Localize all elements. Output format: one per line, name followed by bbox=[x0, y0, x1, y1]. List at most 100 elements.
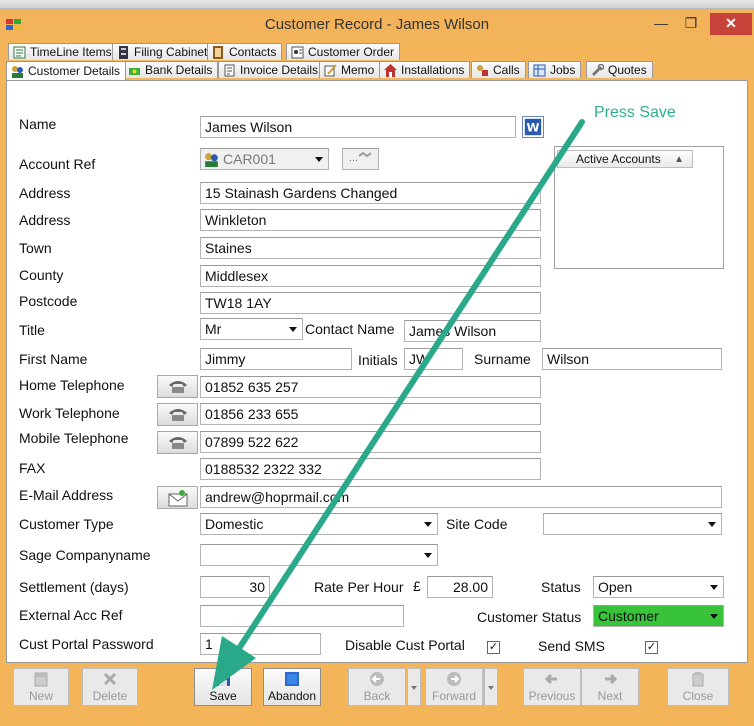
save-icon bbox=[216, 672, 230, 686]
address1-field[interactable]: 15 Stainash Gardens Changed bbox=[200, 182, 541, 204]
dial-work-button[interactable] bbox=[157, 403, 198, 426]
postcode-field[interactable]: TW18 1AY bbox=[200, 292, 541, 314]
minimize-button[interactable]: — bbox=[648, 13, 674, 35]
sort-ascending-icon: ▲ bbox=[674, 154, 684, 165]
mobile-telephone-field[interactable]: 07899 522 622 bbox=[200, 431, 541, 453]
site-code-select[interactable] bbox=[543, 513, 722, 535]
customer-type-select[interactable]: Domestic bbox=[200, 513, 438, 535]
currency-symbol: £ bbox=[413, 578, 421, 594]
tab-label: Installations bbox=[401, 63, 465, 77]
window-close-button[interactable]: ✕ bbox=[710, 13, 752, 35]
handshake-icon bbox=[358, 151, 372, 158]
work-telephone-field[interactable]: 01856 233 655 bbox=[200, 403, 541, 425]
external-acc-ref-field[interactable] bbox=[200, 605, 404, 627]
send-sms-label: Send SMS bbox=[538, 638, 605, 654]
home-telephone-field[interactable]: 01852 635 257 bbox=[200, 376, 541, 398]
jobs-icon bbox=[533, 64, 546, 76]
dial-home-button[interactable] bbox=[157, 375, 198, 398]
forward-dropdown[interactable] bbox=[484, 668, 498, 706]
previous-label: Previous bbox=[528, 689, 576, 703]
settlement-label: Settlement (days) bbox=[19, 579, 129, 595]
tab-label: TimeLine Items bbox=[30, 45, 112, 59]
account-lookup-button[interactable]: ... bbox=[342, 148, 379, 170]
contacts-icon bbox=[213, 45, 223, 59]
address1-label: Address bbox=[19, 185, 71, 201]
fax-label: FAX bbox=[19, 460, 46, 476]
telephone-icon bbox=[168, 381, 187, 393]
memo-icon bbox=[324, 63, 337, 76]
telephone-icon bbox=[168, 437, 187, 449]
back-button[interactable]: Back bbox=[348, 668, 406, 706]
rate-per-hour-field[interactable]: 28.00 bbox=[427, 576, 493, 598]
invoice-details-icon bbox=[224, 64, 235, 76]
email-field[interactable]: andrew@hoprmail.com bbox=[200, 486, 722, 508]
town-field[interactable]: Staines bbox=[200, 237, 541, 259]
tab-label: Quotes bbox=[608, 63, 647, 77]
disable-cust-portal-checkbox[interactable]: ✓ bbox=[487, 641, 500, 654]
abandon-button[interactable]: Abandon bbox=[263, 668, 321, 706]
tab-contacts[interactable]: Contacts bbox=[207, 43, 283, 60]
tab-customer-order[interactable]: Customer Order bbox=[286, 43, 401, 60]
tab-filing-cabinet[interactable]: Filing Cabinet bbox=[112, 43, 214, 60]
status-select[interactable]: Open bbox=[593, 576, 724, 598]
surname-field[interactable]: Wilson bbox=[542, 348, 722, 370]
tab-label: Calls bbox=[493, 63, 520, 77]
send-sms-checkbox[interactable]: ✓ bbox=[645, 641, 658, 654]
tab-calls[interactable]: Calls bbox=[471, 61, 526, 78]
send-email-button[interactable] bbox=[157, 486, 198, 509]
county-field[interactable]: Middlesex bbox=[200, 265, 541, 287]
back-dropdown[interactable] bbox=[407, 668, 421, 706]
word-document-icon[interactable]: W bbox=[522, 116, 544, 138]
settlement-field[interactable]: 30 bbox=[200, 576, 270, 598]
tab-invoice-details[interactable]: Invoice Details bbox=[218, 61, 325, 78]
customer-order-icon bbox=[291, 46, 304, 58]
email-envelope-icon bbox=[168, 489, 187, 506]
delete-button[interactable]: Delete bbox=[82, 668, 138, 706]
new-label: New bbox=[28, 689, 53, 703]
first-name-label: First Name bbox=[19, 351, 88, 367]
tab-jobs[interactable]: Jobs bbox=[528, 61, 582, 78]
previous-button[interactable]: Previous bbox=[523, 668, 581, 706]
calls-icon bbox=[477, 64, 488, 76]
active-accounts-header[interactable]: Active Accounts ▲ bbox=[557, 150, 693, 168]
background-taskbar-strip bbox=[0, 0, 754, 9]
portal-password-field[interactable]: 1 bbox=[200, 633, 321, 655]
forward-button[interactable]: Forward bbox=[425, 668, 483, 706]
annotation-text: Press Save bbox=[594, 104, 676, 121]
fax-field[interactable]: 0188532 2322 332 bbox=[200, 458, 541, 480]
customer-status-select[interactable]: Customer bbox=[593, 605, 724, 627]
external-acc-ref-label: External Acc Ref bbox=[19, 607, 123, 623]
forward-label: Forward bbox=[431, 689, 476, 703]
close-button[interactable]: Close bbox=[667, 668, 729, 706]
tab-label: Bank Details bbox=[145, 63, 213, 77]
address2-field[interactable]: Winkleton bbox=[200, 209, 541, 231]
tab-bank-details[interactable]: Bank Details bbox=[123, 61, 219, 78]
customer-type-label: Customer Type bbox=[19, 516, 114, 532]
sage-companyname-select[interactable] bbox=[200, 544, 438, 566]
first-name-field[interactable]: Jimmy bbox=[200, 348, 352, 370]
tab-label: Jobs bbox=[550, 63, 576, 77]
new-button[interactable]: New bbox=[13, 668, 69, 706]
title-bar: Customer Record - James Wilson — ❐ ✕ bbox=[0, 9, 754, 41]
save-button[interactable]: Save bbox=[194, 668, 252, 706]
postcode-label: Postcode bbox=[19, 293, 78, 309]
name-label: Name bbox=[19, 116, 57, 132]
dial-mobile-button[interactable] bbox=[157, 431, 198, 454]
delete-label: Delete bbox=[92, 689, 128, 703]
maximize-button[interactable]: ❐ bbox=[678, 13, 704, 35]
active-accounts-list[interactable]: Active Accounts ▲ bbox=[554, 146, 724, 269]
title-select[interactable]: Mr bbox=[200, 318, 303, 340]
tab-customer-details[interactable]: Customer Details bbox=[6, 61, 127, 80]
name-field[interactable]: James Wilson bbox=[200, 116, 516, 138]
site-code-label: Site Code bbox=[446, 516, 508, 532]
account-ref-select[interactable]: CAR001 bbox=[200, 148, 329, 170]
tab-timeline-items[interactable]: TimeLine Items bbox=[8, 43, 118, 60]
initials-field[interactable]: JW bbox=[404, 348, 463, 370]
tab-memo[interactable]: Memo bbox=[319, 61, 381, 78]
next-button[interactable]: Next bbox=[581, 668, 639, 706]
tab-quotes[interactable]: Quotes bbox=[586, 61, 653, 78]
contact-name-field[interactable]: James Wilson bbox=[404, 320, 541, 342]
sage-companyname-label: Sage Companyname bbox=[19, 547, 151, 563]
customer-status-label: Customer Status bbox=[477, 609, 582, 625]
tab-installations[interactable]: Installations bbox=[379, 61, 471, 78]
